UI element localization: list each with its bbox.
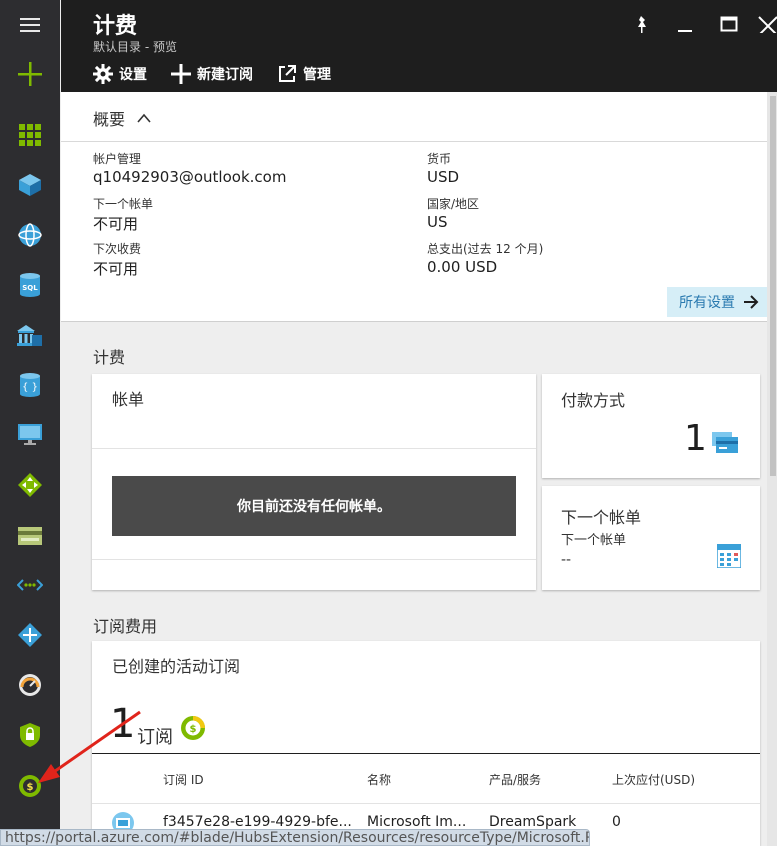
next-charge-label: 下次收费 <box>93 242 142 256</box>
subscription-dollar-icon: $ <box>181 716 205 740</box>
traffic-manager-icon[interactable] <box>0 611 60 659</box>
next-invoice-tile-title: 下一个帐单 <box>561 508 642 527</box>
settings-button[interactable]: 设置 <box>93 64 147 84</box>
account-admin-label: 帐户管理 <box>93 152 142 166</box>
virtual-network-icon[interactable] <box>0 561 60 609</box>
invoices-tile[interactable]: 帐单 你目前还没有任何帐单。 <box>92 374 536 590</box>
column-header-offer[interactable]: 产品/服务 <box>489 771 541 788</box>
maximize-icon[interactable] <box>715 10 743 38</box>
billing-dollar-icon[interactable]: $ <box>0 762 60 810</box>
arrow-right-icon <box>744 295 759 309</box>
payment-count: 1 <box>684 418 707 459</box>
new-subscription-button[interactable]: 新建订阅 <box>171 64 253 84</box>
payment-tile-title: 付款方式 <box>561 391 626 410</box>
dashboard-grid-icon[interactable] <box>0 111 60 159</box>
next-invoice-tile[interactable]: 下一个帐单 下一个帐单 -- <box>542 486 760 590</box>
monitor-gauge-icon[interactable] <box>0 661 60 709</box>
blade-header: 计费 默认目录 - 预览 设置 新建订阅 管理 <box>61 0 777 92</box>
resource-groups-cube-icon[interactable] <box>0 161 60 209</box>
manage-label: 管理 <box>303 67 331 83</box>
command-bar: 设置 新建订阅 管理 <box>93 62 355 86</box>
subscriptions-card-icon[interactable] <box>0 512 60 560</box>
minimize-icon[interactable] <box>671 10 699 38</box>
active-subscriptions-tile[interactable]: 已创建的活动订阅 1 订阅 $ 订阅 ID 名称 产品/服务 上次应付(USD)… <box>92 641 760 846</box>
next-invoice-tile-value: -- <box>561 552 572 568</box>
essentials-divider <box>61 141 767 142</box>
next-charge-value: 不可用 <box>93 260 139 278</box>
manage-button[interactable]: 管理 <box>277 64 331 84</box>
credit-card-icon <box>712 432 738 453</box>
subscription-count-label: 订阅 <box>137 727 173 748</box>
country-value: US <box>427 213 448 231</box>
new-subscription-label: 新建订阅 <box>197 67 253 83</box>
close-icon[interactable] <box>757 10 777 38</box>
total-spend-value: 0.00 USD <box>427 258 498 276</box>
external-link-icon <box>279 65 296 82</box>
subscriptions-section-title: 订阅费用 <box>93 617 158 636</box>
all-settings-label: 所有设置 <box>679 295 735 311</box>
blade-title: 计费 <box>93 14 138 39</box>
hamburger-menu-icon[interactable] <box>0 1 60 49</box>
chevron-up-icon <box>137 113 151 123</box>
status-bar-url: https://portal.azure.com/#blade/HubsExte… <box>0 829 590 846</box>
pin-icon[interactable] <box>627 10 655 38</box>
next-invoice-label: 下一个帐单 <box>93 197 154 211</box>
table-header-divider-top <box>92 753 760 754</box>
account-admin-link[interactable]: q10492903@outlook.com <box>93 168 286 186</box>
settings-label: 设置 <box>119 67 147 83</box>
subscription-count: 1 <box>110 701 136 747</box>
invoices-divider <box>92 448 536 449</box>
country-label: 国家/地区 <box>427 197 480 211</box>
active-subscriptions-title: 已创建的活动订阅 <box>112 657 241 676</box>
virtual-machines-icon[interactable] <box>0 411 60 459</box>
blade-subtitle: 默认目录 - 预览 <box>93 40 177 54</box>
total-spend-label: 总支出(过去 12 个月) <box>427 242 544 256</box>
next-invoice-sublabel: 下一个帐单 <box>561 533 627 548</box>
essentials-toggle-label: 概要 <box>93 110 126 129</box>
svg-text:$: $ <box>27 782 34 793</box>
cell-offer: DreamSpark <box>489 814 577 830</box>
currency-value: USD <box>427 168 460 186</box>
svg-text:SQL: SQL <box>22 284 38 292</box>
column-header-subscription-id[interactable]: 订阅 ID <box>163 771 204 788</box>
app-services-globe-icon[interactable] <box>0 211 60 259</box>
left-nav-rail: SQL { } $ <box>0 0 60 846</box>
essentials-panel: 概要 帐户管理 q10492903@outlook.com 下一个帐单 不可用 … <box>61 92 771 322</box>
billing-section-title: 计费 <box>93 348 126 367</box>
calendar-icon <box>717 544 741 568</box>
cloud-services-icon[interactable] <box>0 311 60 359</box>
blade-content: 概要 帐户管理 q10492903@outlook.com 下一个帐单 不可用 … <box>61 92 771 846</box>
no-invoices-message: 你目前还没有任何帐单。 <box>112 476 516 536</box>
next-invoice-value: 不可用 <box>93 215 139 233</box>
column-header-name[interactable]: 名称 <box>367 771 391 788</box>
invoices-tile-title: 帐单 <box>112 390 145 409</box>
gear-icon <box>93 64 113 84</box>
plus-icon <box>171 64 191 84</box>
scrollbar-thumb[interactable] <box>770 96 776 476</box>
sql-databases-icon[interactable]: SQL <box>0 261 60 309</box>
payment-method-tile[interactable]: 付款方式 1 <box>542 374 760 478</box>
load-balancer-icon[interactable] <box>0 461 60 509</box>
cell-last-due: 0 <box>612 814 621 830</box>
essentials-toggle[interactable]: 概要 <box>93 106 151 130</box>
security-lock-icon[interactable] <box>0 711 60 759</box>
svg-text:{ }: { } <box>22 382 38 393</box>
column-header-last-due[interactable]: 上次应付(USD) <box>612 771 695 788</box>
currency-label: 货币 <box>427 152 452 166</box>
invoices-footer-divider <box>92 559 536 560</box>
documentdb-icon[interactable]: { } <box>0 361 60 409</box>
svg-text:$: $ <box>190 724 197 735</box>
all-settings-link[interactable]: 所有设置 <box>667 287 771 317</box>
cell-name: Microsoft Im... <box>367 814 467 830</box>
cell-subscription-id: f3457e28-e199-4929-bfe... <box>163 814 352 830</box>
new-plus-icon[interactable] <box>0 50 60 98</box>
